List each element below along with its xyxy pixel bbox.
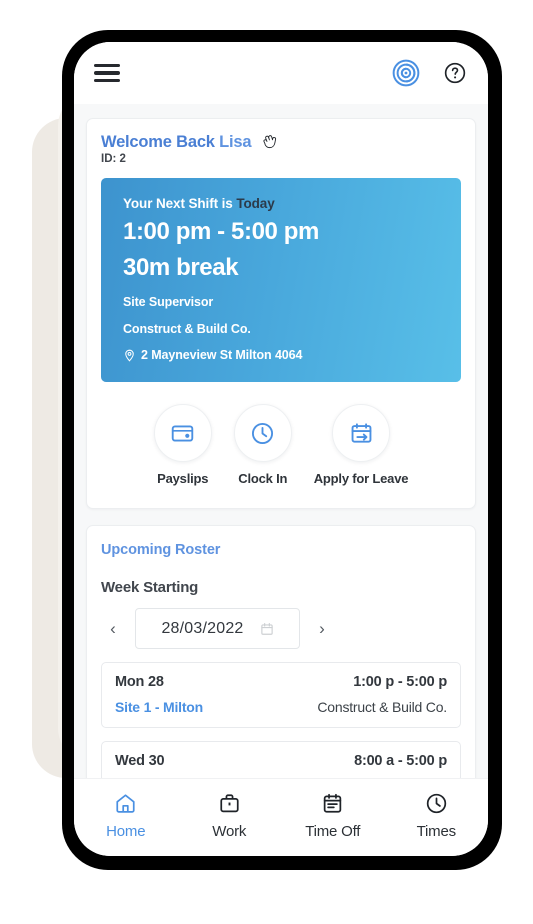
nav-label-time-off: Time Off — [305, 822, 361, 840]
clock-times-icon — [426, 793, 446, 813]
user-name: Lisa — [219, 133, 252, 151]
clock-in-button-circle[interactable] — [233, 404, 292, 463]
nav-item-time-off[interactable]: Time Off — [281, 792, 385, 840]
payslips-label: Payslips — [157, 471, 209, 487]
nav-item-times[interactable]: Times — [385, 792, 489, 840]
shift-address-row: 2 Mayneview St Milton 4064 — [123, 348, 441, 362]
shift-day-badge: Today — [236, 196, 275, 211]
roster-row-site[interactable]: Site 1 - Milton — [115, 699, 203, 715]
employee-id: ID: 2 — [101, 153, 126, 165]
roster-row-primary: Wed 30 8:00 a - 5:00 p — [115, 753, 447, 769]
roster-row-time: 1:00 p - 5:00 p — [353, 674, 447, 691]
roster-row-primary: Mon 28 1:00 p - 5:00 p — [115, 674, 447, 690]
shift-time-range: 1:00 pm - 5:00 pm — [123, 218, 319, 245]
shift-address: 2 Mayneview St Milton 4064 — [141, 348, 303, 363]
page-title: Welcome Back Lisa — [101, 133, 252, 151]
table-row[interactable]: Wed 30 8:00 a - 5:00 p — [101, 741, 461, 778]
week-date-value: 28/03/2022 — [161, 619, 244, 637]
apply-for-leave-button-circle[interactable] — [332, 404, 390, 463]
clock-in-label: Clock In — [238, 471, 288, 487]
roster-row-time: 8:00 a - 5:00 p — [354, 753, 447, 770]
bottom-navigation: Home Work Time Off Times — [74, 778, 488, 856]
calendar-leave-arrow-icon — [351, 422, 371, 443]
phone-screen: Welcome Back Lisa ID: 2 Your Next Shift … — [74, 42, 488, 856]
app-header — [74, 42, 488, 104]
location-pin-icon — [125, 349, 134, 362]
shift-break: 30m break — [123, 253, 239, 281]
calendar-icon[interactable] — [260, 622, 274, 636]
help-question-icon[interactable] — [444, 62, 466, 84]
briefcase-icon — [220, 793, 239, 812]
welcome-card: Welcome Back Lisa ID: 2 Your Next Shift … — [86, 118, 476, 510]
waving-hand-icon — [263, 135, 277, 149]
app-logo-spiral-icon[interactable] — [392, 59, 420, 87]
wallet-payslip-icon — [172, 425, 194, 442]
week-picker: ‹ 28/03/2022 › — [101, 608, 461, 650]
nav-item-home[interactable]: Home — [74, 792, 178, 840]
payslips-button-circle[interactable] — [153, 404, 212, 463]
phone-frame: Welcome Back Lisa ID: 2 Your Next Shift … — [62, 30, 502, 870]
home-icon — [116, 793, 135, 813]
clock-in-button[interactable]: Clock In — [233, 404, 292, 487]
clock-icon — [252, 422, 274, 444]
apply-for-leave-label: Apply for Leave — [313, 471, 409, 487]
nav-label-times: Times — [416, 822, 456, 840]
roster-row-company: Construct & Build Co. — [317, 699, 447, 716]
next-week-button[interactable]: › — [310, 619, 334, 639]
roster-row-day: Wed 30 — [115, 753, 165, 770]
nav-label-home: Home — [106, 822, 146, 840]
week-starting-label: Week Starting — [101, 579, 199, 597]
roster-row-day: Mon 28 — [115, 674, 164, 691]
upcoming-roster-card: Upcoming Roster Week Starting ‹ 28/03/20… — [86, 525, 476, 778]
week-date-input[interactable]: 28/03/2022 — [135, 608, 300, 650]
page-content: Welcome Back Lisa ID: 2 Your Next Shift … — [74, 104, 488, 778]
shift-role: Site Supervisor — [123, 295, 214, 310]
hamburger-menu-icon[interactable] — [94, 59, 120, 87]
shift-heading: Your Next Shift is Today — [123, 196, 275, 211]
welcome-line: Welcome Back Lisa — [101, 133, 461, 152]
table-row[interactable]: Mon 28 1:00 p - 5:00 p Site 1 - Milton C… — [101, 662, 461, 729]
calendar-timeoff-icon — [324, 793, 342, 813]
payslips-button[interactable]: Payslips — [153, 404, 212, 487]
nav-item-work[interactable]: Work — [178, 792, 282, 840]
roster-row-secondary: Site 1 - Milton Construct & Build Co. — [115, 699, 447, 715]
quick-actions: Payslips Clock In Apply for Leave — [101, 382, 461, 492]
apply-for-leave-button[interactable]: Apply for Leave — [313, 404, 409, 487]
nav-label-work: Work — [212, 822, 247, 840]
next-shift-banner[interactable]: Your Next Shift is Today 1:00 pm - 5:00 … — [101, 178, 461, 383]
roster-title: Upcoming Roster — [101, 542, 221, 559]
header-actions — [392, 59, 466, 87]
prev-week-button[interactable]: ‹ — [101, 619, 125, 639]
shift-company: Construct & Build Co. — [123, 322, 251, 337]
